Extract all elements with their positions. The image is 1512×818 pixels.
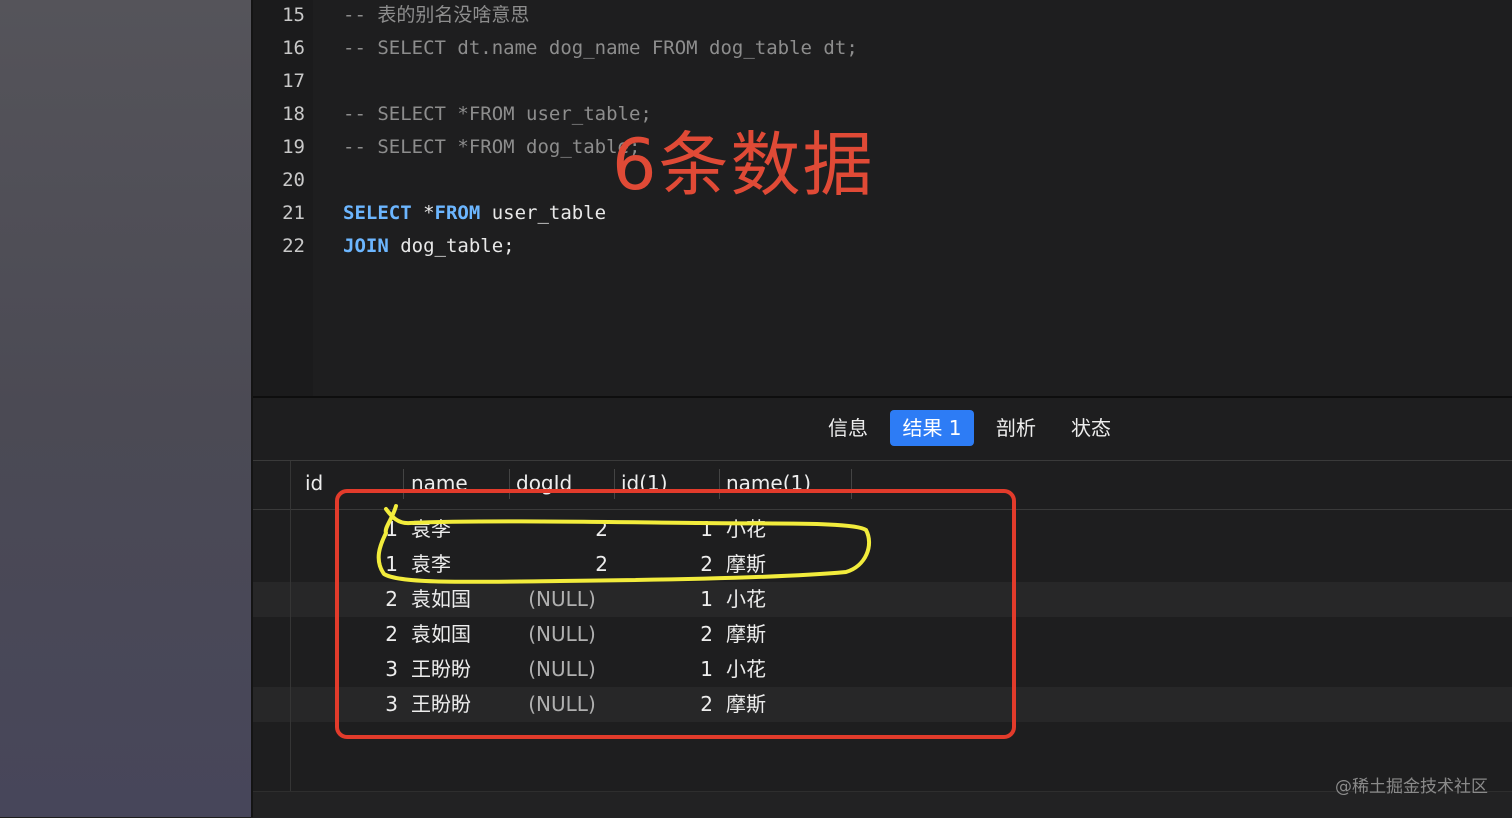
table-cell-name1[interactable]: 摩斯 (726, 617, 846, 652)
watermark: @稀土掘金技术社区 (1335, 777, 1488, 797)
sql-keyword: JOIN (343, 235, 389, 257)
sql-text: user_table (480, 202, 607, 224)
table-row[interactable]: 3 王盼盼 (NULL) 1 小花 (253, 652, 1512, 687)
column-header-dogid[interactable]: dogId (516, 471, 572, 495)
table-cell-name[interactable]: 袁李 (411, 547, 506, 582)
line-number: 17 (282, 70, 305, 92)
table-cell-dogid[interactable]: (NULL) (516, 652, 608, 687)
table-cell-dogid[interactable]: (NULL) (516, 582, 608, 617)
table-cell-name[interactable]: 袁李 (411, 512, 506, 547)
tab-profile[interactable]: 剖析 (985, 410, 1047, 446)
table-cell-name[interactable]: 王盼盼 (411, 652, 506, 687)
grid-header-row: id name dogId id(1) name(1) (253, 461, 1512, 510)
table-cell-name1[interactable]: 小花 (726, 512, 846, 547)
table-cell-id[interactable]: 3 (293, 652, 398, 687)
left-sidebar-panel (0, 0, 251, 817)
table-row[interactable]: 3 王盼盼 (NULL) 2 摩斯 (253, 687, 1512, 722)
table-cell-name1[interactable]: 小花 (726, 652, 846, 687)
table-cell-dogid[interactable]: (NULL) (516, 617, 608, 652)
table-row[interactable]: 2 袁如国 (NULL) 2 摩斯 (253, 617, 1512, 652)
table-cell-name[interactable]: 袁如国 (411, 617, 506, 652)
line-number: 15 (282, 4, 305, 26)
table-cell-id[interactable]: 2 (293, 617, 398, 652)
line-number: 22 (282, 235, 305, 257)
table-cell-id1[interactable]: 1 (621, 512, 713, 547)
column-resize-handle[interactable] (614, 469, 615, 499)
table-cell-name1[interactable]: 摩斯 (726, 547, 846, 582)
result-tab-bar: 信息 结果 1 剖析 状态 (253, 398, 1512, 460)
table-cell-id[interactable]: 2 (293, 582, 398, 617)
table-row[interactable]: 2 袁如国 (NULL) 1 小花 (253, 582, 1512, 617)
table-cell-name[interactable]: 袁如国 (411, 582, 506, 617)
code-line[interactable]: SELECT *FROM user_table (343, 197, 606, 230)
tab-info[interactable]: 信息 (817, 410, 879, 446)
sql-editor[interactable]: 15 -- 表的别名没啥意思 16 -- SELECT dt.name dog_nam… (253, 0, 1512, 396)
table-cell-id[interactable]: 3 (293, 687, 398, 722)
grid-footer (253, 791, 1512, 818)
table-cell-id[interactable]: 1 (293, 547, 398, 582)
code-line[interactable]: -- SELECT *FROM user_table; (343, 98, 652, 131)
column-resize-handle[interactable] (719, 469, 720, 499)
sql-keyword: SELECT (343, 202, 412, 224)
line-number: 18 (282, 103, 305, 125)
table-cell-id1[interactable]: 1 (621, 582, 713, 617)
row-header-divider (290, 461, 291, 817)
column-header-id-1[interactable]: id(1) (621, 471, 668, 495)
tab-result-1[interactable]: 结果 1 (890, 410, 974, 446)
sql-text: * (411, 202, 435, 224)
tab-status[interactable]: 状态 (1060, 410, 1122, 446)
line-number: 19 (282, 136, 305, 158)
table-cell-id1[interactable]: 2 (621, 687, 713, 722)
code-line[interactable]: -- 表的别名没啥意思 (343, 0, 529, 32)
table-cell-id1[interactable]: 1 (621, 652, 713, 687)
line-number: 16 (282, 37, 305, 59)
code-line[interactable]: JOIN dog_table; (343, 230, 515, 263)
column-header-name-1[interactable]: name(1) (726, 471, 811, 495)
table-row[interactable]: 1 袁李 2 1 小花 (253, 512, 1512, 547)
code-line[interactable]: -- SELECT *FROM dog_table; (343, 131, 640, 164)
table-cell-name1[interactable]: 摩斯 (726, 687, 846, 722)
code-line[interactable]: -- SELECT dt.name dog_name FROM dog_tabl… (343, 32, 858, 65)
sql-keyword: FROM (434, 202, 481, 224)
line-number: 20 (282, 169, 305, 191)
table-row[interactable]: 1 袁李 2 2 摩斯 (253, 547, 1512, 582)
column-resize-handle[interactable] (851, 469, 852, 499)
column-header-id[interactable]: id (305, 471, 323, 495)
table-cell-id[interactable]: 1 (293, 512, 398, 547)
line-number: 21 (282, 202, 305, 224)
column-header-name[interactable]: name (411, 471, 468, 495)
table-cell-id1[interactable]: 2 (621, 547, 713, 582)
table-cell-name1[interactable]: 小花 (726, 582, 846, 617)
sql-text: dog_table; (388, 235, 515, 257)
column-resize-handle[interactable] (403, 469, 404, 499)
row-count-annotation: 6条数据 (612, 124, 875, 206)
table-cell-id1[interactable]: 2 (621, 617, 713, 652)
column-resize-handle[interactable] (509, 469, 510, 499)
table-cell-name[interactable]: 王盼盼 (411, 687, 506, 722)
table-cell-dogid[interactable]: 2 (516, 547, 608, 582)
result-grid[interactable]: id name dogId id(1) name(1) 1 袁李 2 1 小花 1 袁李 2 2… (253, 461, 1512, 818)
table-cell-dogid[interactable]: 2 (516, 512, 608, 547)
table-cell-dogid[interactable]: (NULL) (516, 687, 608, 722)
